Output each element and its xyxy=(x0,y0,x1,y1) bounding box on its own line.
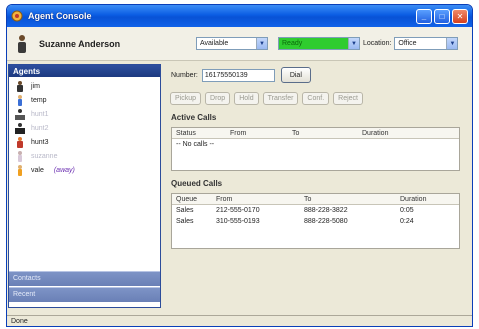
agents-heading: Agents xyxy=(9,65,160,77)
drop-button[interactable]: Drop xyxy=(205,91,231,105)
tab-recent[interactable]: Recent xyxy=(9,287,160,302)
maximize-button[interactable]: □ xyxy=(434,8,450,24)
table-row[interactable]: Sales 212-555-0170 888-228-3822 0:05 xyxy=(172,205,459,216)
column-header: Status xyxy=(176,129,196,137)
user-icon xyxy=(15,33,29,55)
reason-select[interactable]: Ready ▼ xyxy=(278,37,360,50)
tab-contacts[interactable]: Contacts xyxy=(9,271,160,286)
dialer-row: Number: 16175550139 Dial xyxy=(167,64,463,86)
window-title: Agent Console xyxy=(28,11,92,21)
queue-cell: Sales xyxy=(176,218,194,225)
agent-list: jim temp hunt1 hunt2 hunt3 suzanne vale … xyxy=(9,77,160,179)
number-input[interactable]: 16175550139 xyxy=(201,68,275,82)
column-header: From xyxy=(216,195,233,203)
conference-button[interactable]: Conf. xyxy=(302,91,330,105)
table-header: Queue From To Duration xyxy=(172,194,459,205)
column-header: From xyxy=(230,129,247,137)
agent-item-hunt3[interactable]: hunt3 xyxy=(9,135,160,149)
column-header: To xyxy=(292,129,300,137)
location-label: Location: xyxy=(363,40,392,47)
location-select[interactable]: Office ▼ xyxy=(394,37,459,50)
close-button[interactable]: ✕ xyxy=(452,8,468,24)
from-cell: 212-555-0170 xyxy=(216,207,260,214)
agent-item-vale[interactable]: vale (away) xyxy=(9,163,160,177)
pickup-button[interactable]: Pickup xyxy=(170,91,202,105)
call-control-toolbar: Pickup Drop Hold Transfer Conf. Reject xyxy=(170,88,463,108)
duration-cell: 0:05 xyxy=(400,207,414,214)
reject-button[interactable]: Reject xyxy=(333,91,363,105)
agent-away-icon xyxy=(15,164,25,176)
table-header: Status From To Duration xyxy=(172,128,459,139)
agent-item-suzanne[interactable]: suzanne xyxy=(9,149,160,163)
column-header: Duration xyxy=(400,195,427,203)
table-row[interactable]: Sales 310-555-0193 888-228-5080 0:24 xyxy=(172,216,459,227)
agent-standing-icon xyxy=(15,80,25,92)
queued-calls-table: Queue From To Duration Sales 212-555-017… xyxy=(171,193,460,249)
column-header: Queue xyxy=(176,195,198,203)
to-cell: 888-228-3822 xyxy=(304,207,348,214)
agent-desk-icon xyxy=(15,122,25,134)
agent-item-hunt1[interactable]: hunt1 xyxy=(9,107,160,121)
agent-desk-icon xyxy=(15,108,25,120)
dial-button[interactable]: Dial xyxy=(280,67,311,83)
chevron-down-icon: ▼ xyxy=(348,38,359,49)
status-select[interactable]: Available ▼ xyxy=(196,37,268,50)
agent-item-temp[interactable]: temp xyxy=(9,93,160,107)
number-label: Number: xyxy=(171,71,198,79)
agents-panel: Agents jim temp hunt1 hunt2 hunt3 suzann… xyxy=(8,64,161,308)
minimize-button[interactable]: _ xyxy=(416,8,432,24)
queued-calls-title: Queued Calls xyxy=(171,179,223,188)
agent-walking-icon xyxy=(15,94,25,106)
from-cell: 310-555-0193 xyxy=(216,218,260,225)
user-name: Suzanne Anderson xyxy=(39,38,121,49)
title-bar: Agent Console _ □ ✕ xyxy=(7,5,472,27)
agent-item-jim[interactable]: jim xyxy=(9,79,160,93)
empty-row: -- No calls -- xyxy=(176,141,215,148)
duration-cell: 0:24 xyxy=(400,218,414,225)
agent-item-hunt2[interactable]: hunt2 xyxy=(9,121,160,135)
active-calls-table: Status From To Duration -- No calls -- xyxy=(171,127,460,171)
app-icon xyxy=(11,10,23,22)
column-header: To xyxy=(304,195,312,203)
agent-status-note: (away) xyxy=(53,166,75,174)
agent-busy-icon xyxy=(15,136,25,148)
column-header: Duration xyxy=(362,129,389,137)
transfer-button[interactable]: Transfer xyxy=(262,91,299,105)
hold-button[interactable]: Hold xyxy=(234,91,259,105)
queue-cell: Sales xyxy=(176,207,194,214)
active-calls-title: Active Calls xyxy=(171,113,217,122)
status-bar: Done xyxy=(7,315,472,326)
agent-header: Suzanne Anderson Available ▼ Ready ▼ Loc… xyxy=(7,27,472,61)
agent-offline-icon xyxy=(15,150,25,162)
chevron-down-icon: ▼ xyxy=(446,38,458,49)
to-cell: 888-228-5080 xyxy=(304,218,348,225)
call-panel: Number: 16175550139 Dial Pickup Drop Hol… xyxy=(167,64,463,308)
chevron-down-icon: ▼ xyxy=(256,38,267,49)
